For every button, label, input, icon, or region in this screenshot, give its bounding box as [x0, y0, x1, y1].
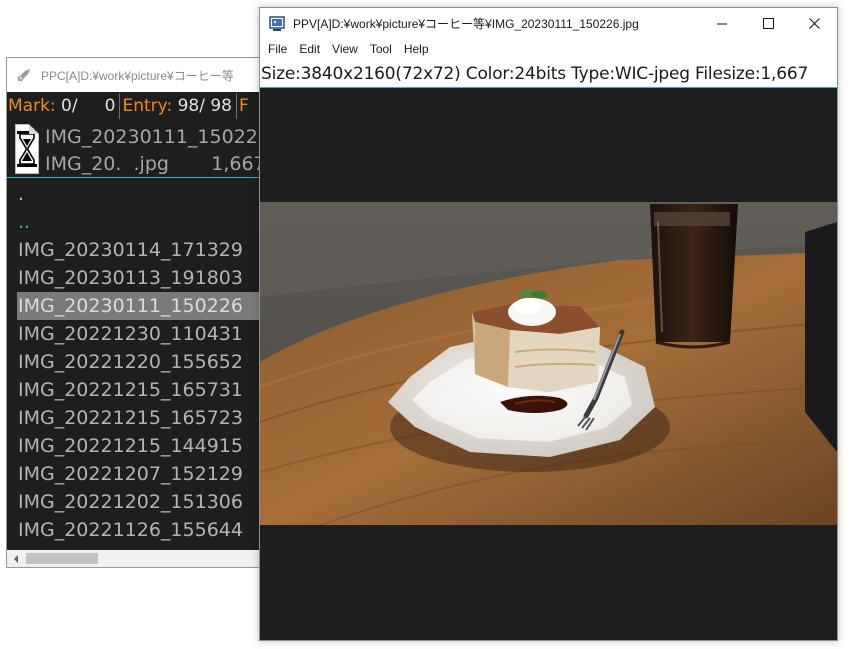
mark-label: Mark: [8, 95, 56, 116]
menu-file[interactable]: File [262, 39, 293, 60]
ppc-titlebar[interactable]: PPC[A]D:¥work¥picture¥コーヒー等 [7, 58, 267, 92]
horizontal-scrollbar[interactable] [7, 550, 267, 567]
ppc-title: PPC[A]D:¥work¥picture¥コーヒー等 [41, 68, 234, 83]
list-item[interactable]: IMG_20221215_165723 [7, 404, 267, 432]
image-info-bar: Size:3840x2160(72x72) Color:24bits Type:… [260, 60, 837, 88]
scrollbar-thumb[interactable] [26, 553, 98, 564]
list-item-parent-dir[interactable]: .. [7, 208, 267, 236]
status-divider [119, 92, 121, 119]
menu-view[interactable]: View [326, 39, 364, 60]
ppc-info-panel: IMG_20230111_150226 IMG_20. .jpg 1,667 [7, 120, 267, 178]
list-item[interactable]: IMG_20221215_165731 [7, 376, 267, 404]
list-item[interactable]: IMG_20221215_144915 [7, 432, 267, 460]
ppv-window: PPV[A]D:¥work¥picture¥コーヒー等¥IMG_20230111… [259, 7, 838, 641]
mark-value: 0/ 0 [55, 95, 116, 116]
chevron-left-icon[interactable] [7, 550, 24, 567]
close-icon[interactable] [791, 8, 837, 39]
ppc-info-text: IMG_20230111_150226 IMG_20. .jpg 1,667 [45, 124, 268, 178]
image-viewer-area[interactable] [260, 88, 837, 640]
list-item[interactable]: IMG_20221126_155644 [7, 516, 267, 544]
entry-value: 98/ 98 [172, 95, 232, 116]
entry-label: Entry: [122, 95, 173, 116]
ppv-title: PPV[A]D:¥work¥picture¥コーヒー等¥IMG_20230111… [293, 17, 639, 31]
list-item[interactable]: IMG_20230113_191803 [7, 264, 267, 292]
photo-cake-and-coffee [260, 202, 837, 525]
list-item-current-dir[interactable]: . [7, 180, 267, 208]
maximize-icon[interactable] [745, 8, 791, 39]
list-item[interactable]: IMG_20221202_151306 [7, 488, 267, 516]
ppv-menubar: File Edit View Tool Help [260, 39, 837, 60]
menu-tool[interactable]: Tool [364, 39, 398, 60]
hourglass-icon [15, 124, 39, 174]
info-line-details: IMG_20. .jpg 1,667 [45, 153, 266, 175]
status-divider [236, 92, 237, 119]
ppc-status-bar: Mark: 0/ 0 Entry: 98/ 98 F [7, 92, 267, 120]
menu-edit[interactable]: Edit [293, 39, 326, 60]
ppv-titlebar[interactable]: PPV[A]D:¥work¥picture¥コーヒー等¥IMG_20230111… [260, 8, 837, 39]
rocket-icon [15, 66, 33, 84]
menu-help[interactable]: Help [398, 39, 435, 60]
ppc-window: PPC[A]D:¥work¥picture¥コーヒー等 Mark: 0/ 0 E… [6, 57, 268, 568]
extra-label: F [239, 95, 249, 116]
minimize-icon[interactable] [699, 8, 745, 39]
list-item[interactable]: IMG_20230114_171329 [7, 236, 267, 264]
info-line-filename: IMG_20230111_150226 [45, 126, 268, 148]
list-item-selected[interactable]: IMG_20230111_150226 [17, 292, 267, 320]
file-list[interactable]: ... IMG_20230114_171329 IMG_20230113_19180… [7, 178, 267, 544]
list-item[interactable]: IMG_20221207_152129 [7, 460, 267, 488]
list-item[interactable]: IMG_20221230_110431 [7, 320, 267, 348]
viewer-icon [269, 15, 285, 32]
list-item[interactable]: IMG_20221220_155652 [7, 348, 267, 376]
